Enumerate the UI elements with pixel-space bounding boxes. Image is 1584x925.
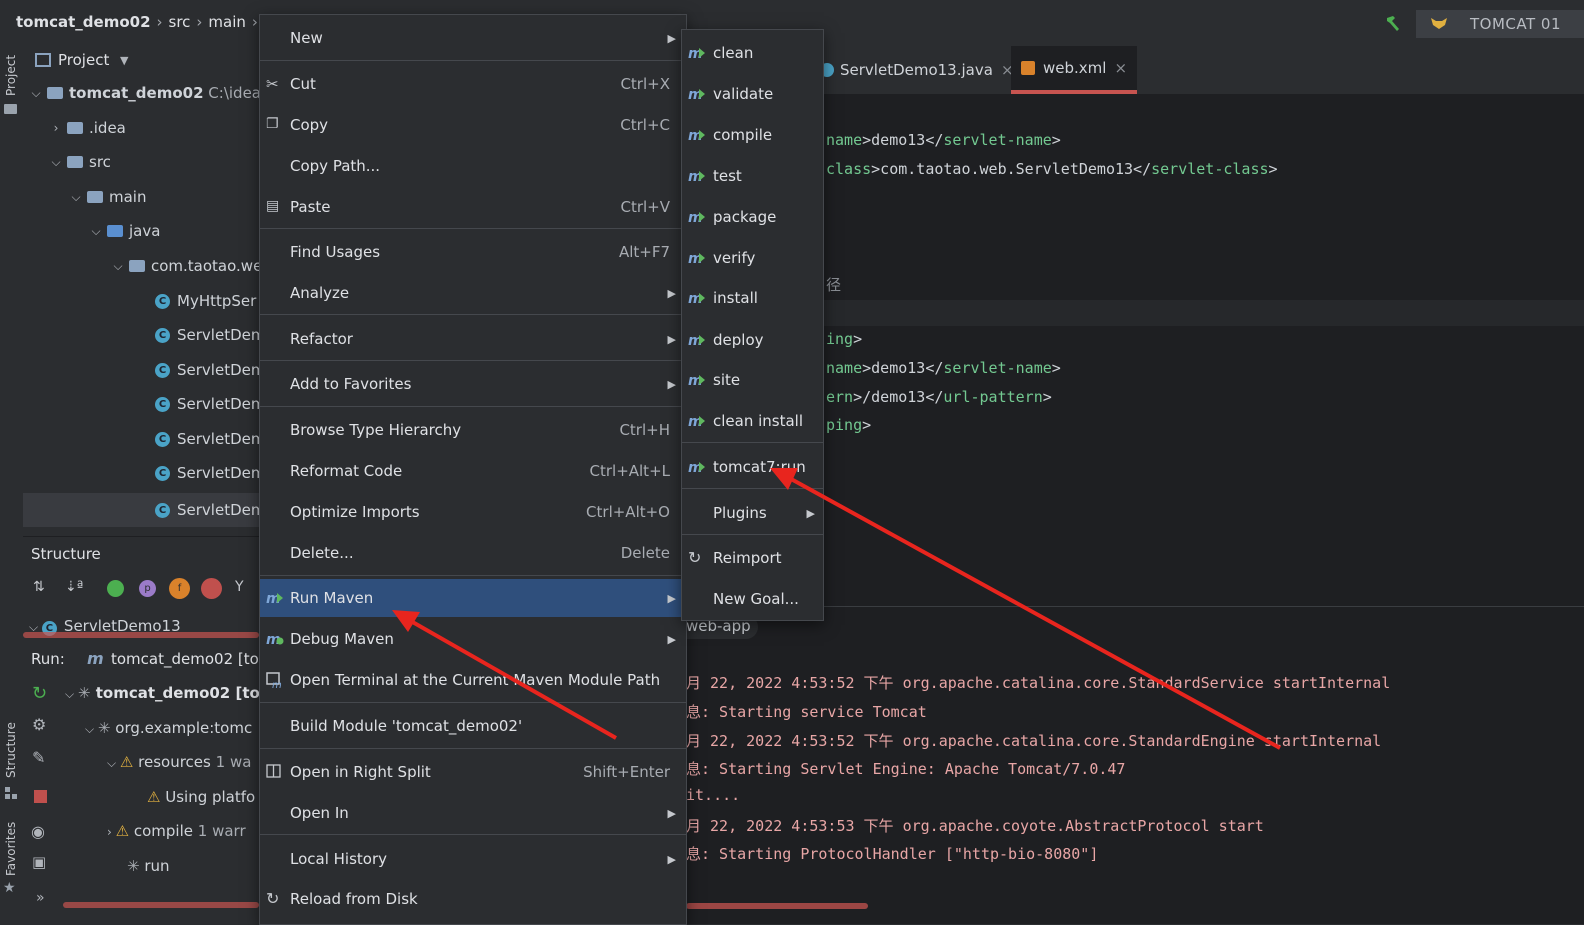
annotation-arrow-run-maven — [401, 614, 617, 740]
annotation-arrowhead-run-maven — [392, 610, 420, 632]
annotation-arrows — [392, 468, 1281, 750]
annotation-arrow-tomcat7-run — [781, 472, 1281, 750]
